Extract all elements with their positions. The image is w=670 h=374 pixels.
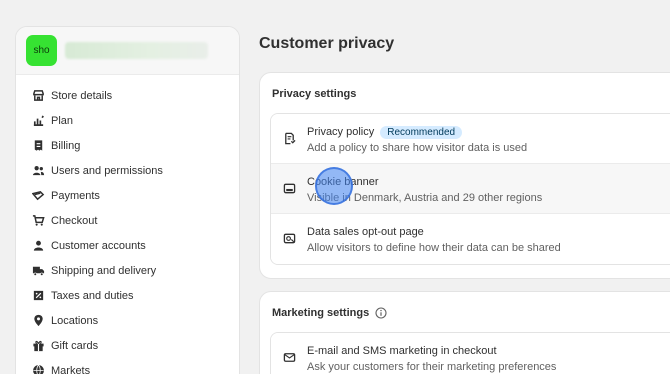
sidebar-item-label: Customer accounts <box>51 239 146 252</box>
person-icon <box>31 239 45 253</box>
privacy-settings-heading: Privacy settings <box>272 88 356 100</box>
receipt-icon <box>31 139 45 153</box>
sidebar-item-label: Gift cards <box>51 339 99 352</box>
settings-nav: Store details Plan Billing Users and per… <box>16 75 239 374</box>
sidebar-item-billing[interactable]: Billing <box>16 133 239 158</box>
sidebar-item-label: Plan <box>51 114 74 127</box>
banner-icon <box>283 182 297 196</box>
sidebar-item-gift-cards[interactable]: Gift cards <box>16 333 239 358</box>
recommended-badge: Recommended <box>380 125 463 139</box>
click-indicator <box>315 167 353 205</box>
sidebar-item-label: Payments <box>51 189 100 202</box>
data-sales-optout-row[interactable]: Data sales opt-out page Allow visitors t… <box>271 214 670 264</box>
store-avatar[interactable]: sho <box>26 35 57 66</box>
data-sales-optout-desc: Allow visitors to define how their data … <box>307 242 561 254</box>
marketing-settings-heading: Marketing settings <box>272 307 387 319</box>
info-icon[interactable] <box>375 307 387 319</box>
sidebar-item-label: Markets <box>51 364 91 374</box>
marketing-settings-card: Marketing settings E-mail and SMS market… <box>259 291 670 374</box>
location-icon <box>31 314 45 328</box>
truck-icon <box>31 264 45 278</box>
privacy-policy-row[interactable]: Privacy policy Recommended Add a policy … <box>271 114 670 164</box>
data-sales-optout-title: Data sales opt-out page <box>307 226 424 238</box>
email-sms-marketing-row[interactable]: E-mail and SMS marketing in checkout Ask… <box>271 333 670 374</box>
sidebar-item-payments[interactable]: Payments <box>16 183 239 208</box>
chart-icon <box>31 114 45 128</box>
sidebar-item-label: Users and permissions <box>51 164 163 177</box>
sidebar-item-label: Taxes and duties <box>51 289 134 302</box>
cart-icon <box>31 214 45 228</box>
sidebar-item-markets[interactable]: Markets <box>16 358 239 374</box>
policy-icon <box>283 132 297 146</box>
users-icon <box>31 164 45 178</box>
privacy-policy-desc: Add a policy to share how visitor data i… <box>307 142 528 154</box>
sidebar-item-checkout[interactable]: Checkout <box>16 208 239 233</box>
sidebar-item-locations[interactable]: Locations <box>16 308 239 333</box>
sidebar-item-taxes[interactable]: Taxes and duties <box>16 283 239 308</box>
sidebar-item-label: Billing <box>51 139 81 152</box>
store-header[interactable]: sho <box>16 27 239 75</box>
sidebar-item-users[interactable]: Users and permissions <box>16 158 239 183</box>
payments-icon <box>31 189 45 203</box>
marketing-settings-list: E-mail and SMS marketing in checkout Ask… <box>270 332 670 374</box>
sidebar-item-customer-accounts[interactable]: Customer accounts <box>16 233 239 258</box>
sidebar-item-label: Shipping and delivery <box>51 264 157 277</box>
store-icon <box>31 89 45 103</box>
sidebar-item-store-details[interactable]: Store details <box>16 83 239 108</box>
email-sms-marketing-title: E-mail and SMS marketing in checkout <box>307 345 497 357</box>
privacy-policy-title: Privacy policy <box>307 126 375 138</box>
store-name-redacted <box>65 42 208 59</box>
email-sms-marketing-desc: Ask your customers for their marketing p… <box>307 361 557 373</box>
sidebar-item-shipping[interactable]: Shipping and delivery <box>16 258 239 283</box>
tax-icon <box>31 289 45 303</box>
sidebar-item-plan[interactable]: Plan <box>16 108 239 133</box>
page-title: Customer privacy <box>259 35 395 52</box>
sidebar-item-label: Checkout <box>51 214 98 227</box>
sidebar-item-label: Store details <box>51 89 113 102</box>
gift-icon <box>31 339 45 353</box>
optout-icon <box>283 232 297 246</box>
globe-icon <box>31 364 45 374</box>
marketing-settings-title: Marketing settings <box>272 307 370 319</box>
settings-sidebar: sho Store details Plan Billing Users and… <box>15 26 240 374</box>
privacy-settings-title: Privacy settings <box>272 88 357 100</box>
sidebar-item-label: Locations <box>51 314 99 327</box>
email-icon <box>283 351 297 365</box>
